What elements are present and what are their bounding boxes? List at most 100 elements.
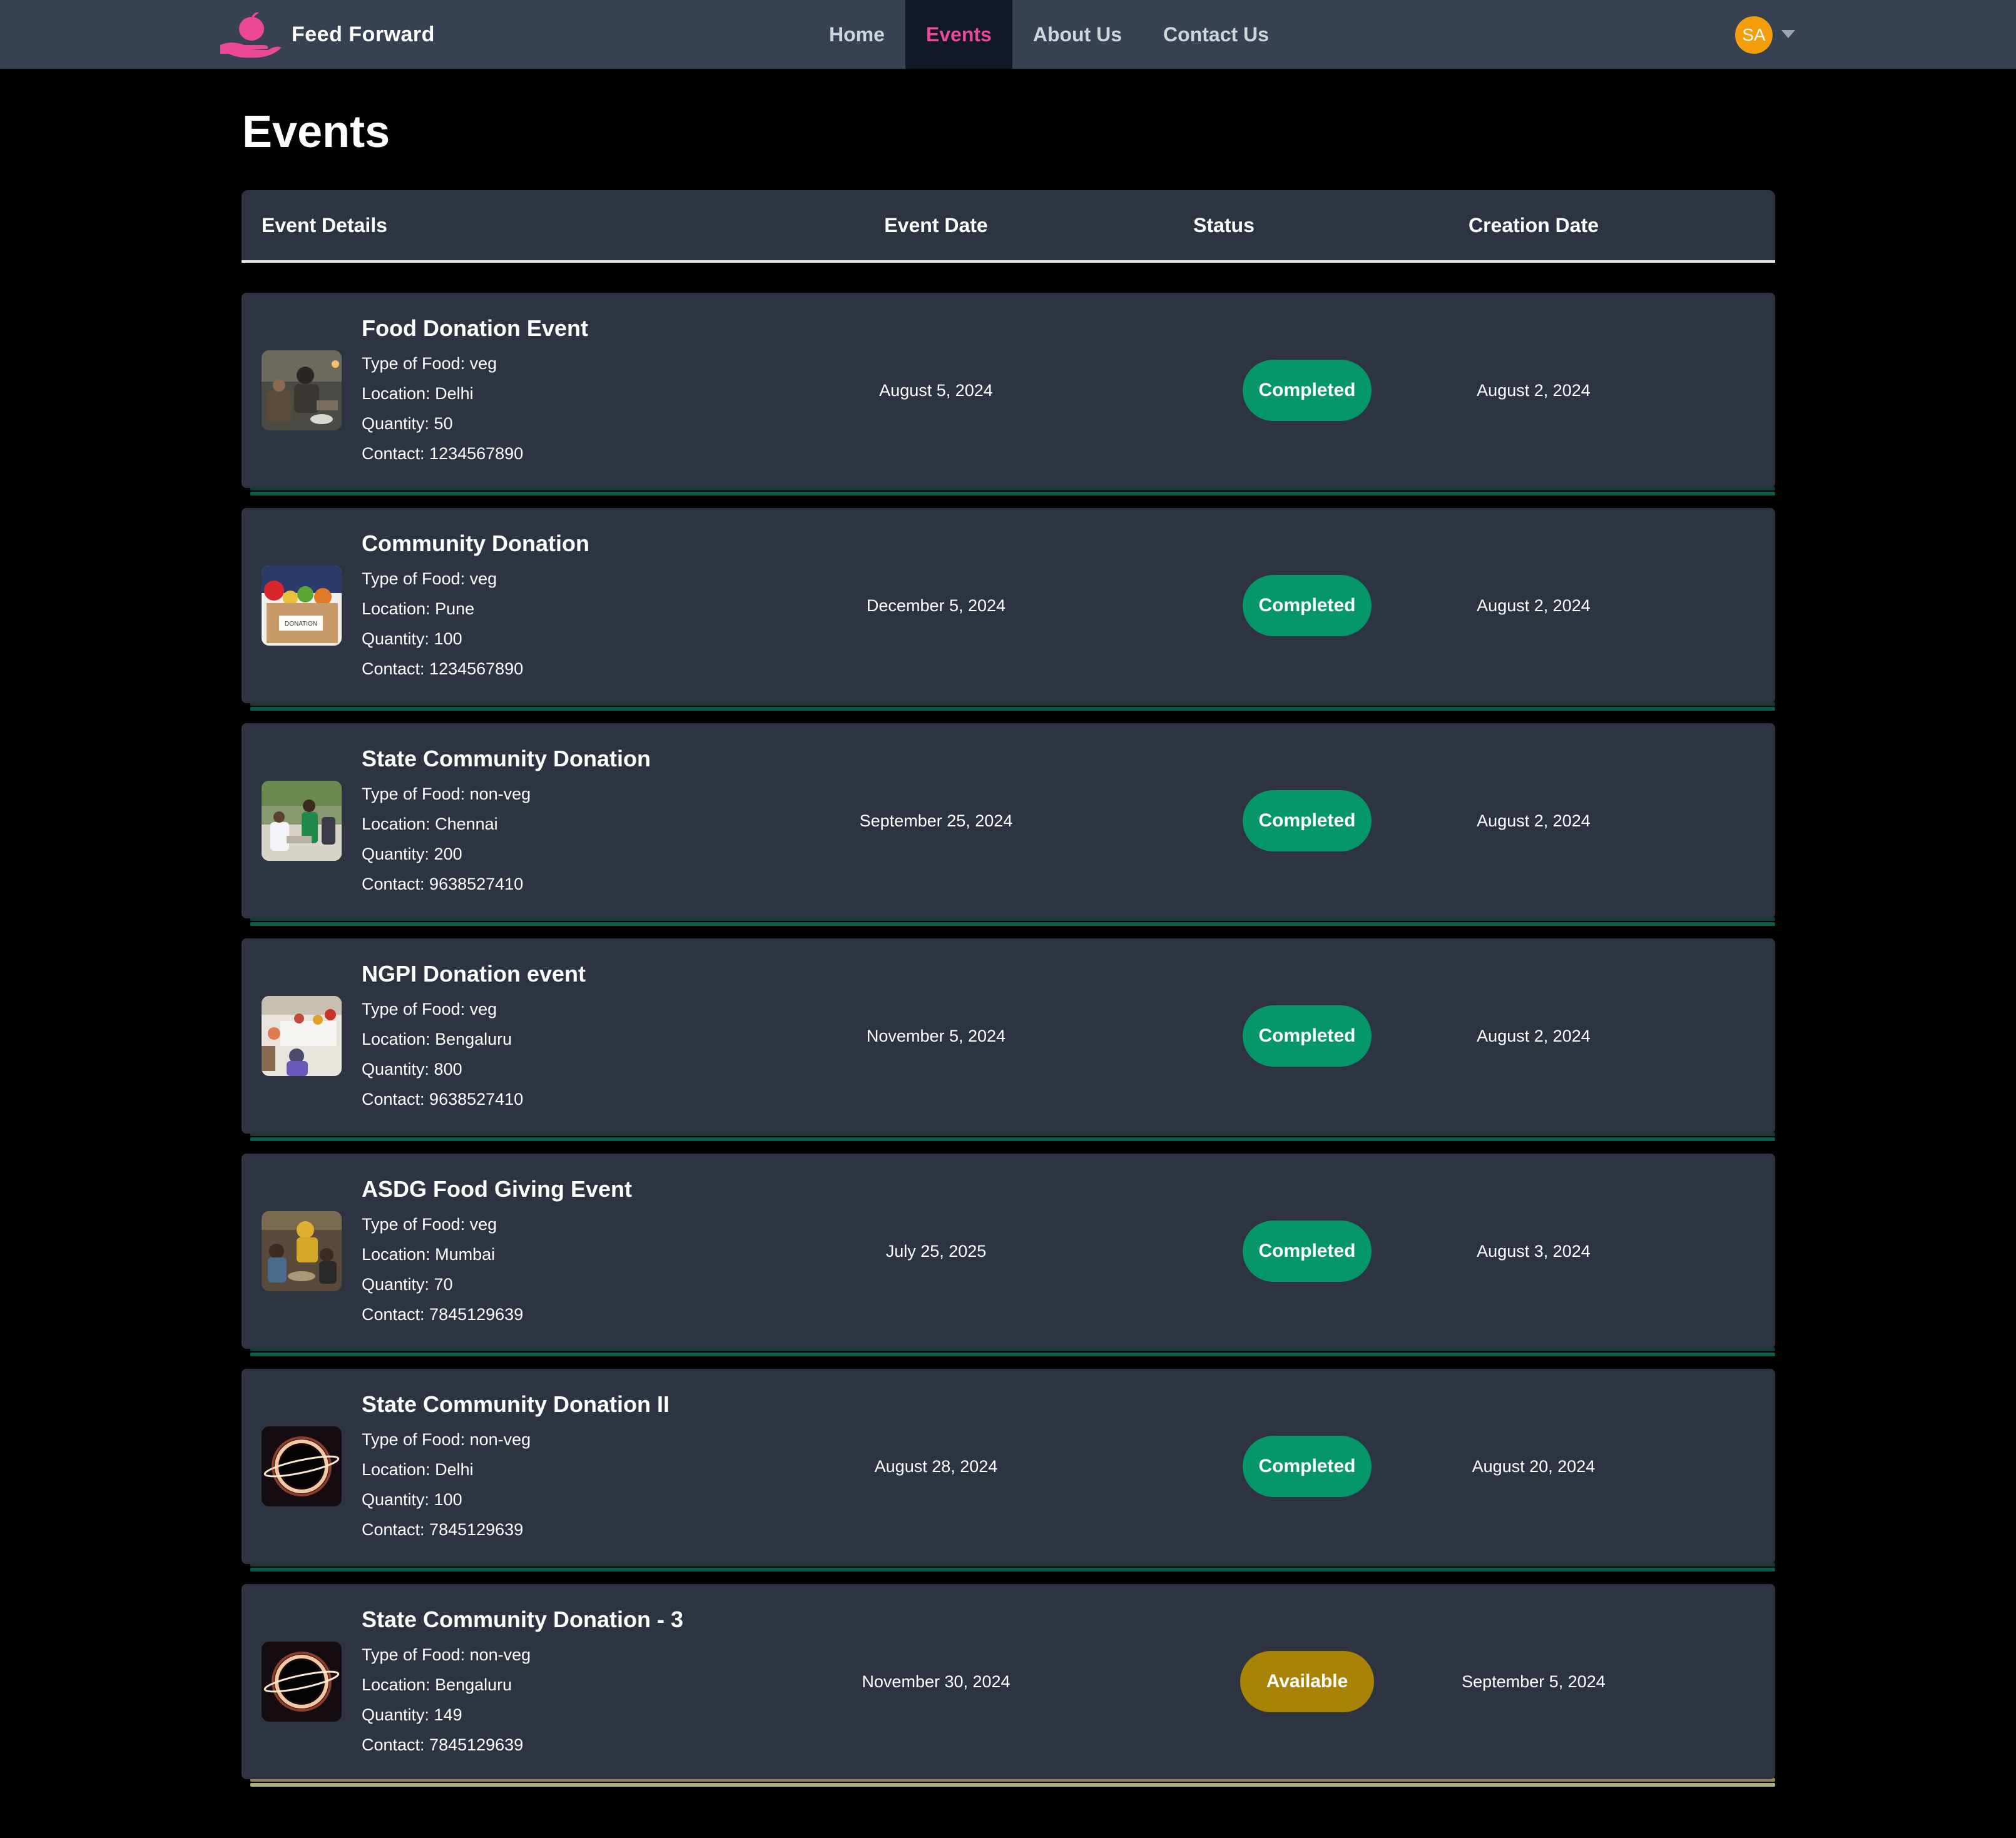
event-date: November 30, 2024 <box>862 1672 1011 1691</box>
header-event-date: Event Date <box>884 213 988 236</box>
event-thumbnail <box>262 1426 342 1506</box>
event-location: Location: Bengaluru <box>362 1675 512 1694</box>
event-card: NGPI Donation event Type of Food: veg Lo… <box>242 938 1775 1134</box>
thumbnail-text: DONATION <box>285 621 317 627</box>
creation-date: August 3, 2024 <box>1477 1241 1591 1261</box>
event-date: August 5, 2024 <box>879 380 993 400</box>
event-date: August 28, 2024 <box>874 1456 998 1476</box>
creation-date: August 2, 2024 <box>1477 1026 1591 1045</box>
event-date: July 25, 2025 <box>885 1241 987 1261</box>
row-shadow-stripe <box>250 1783 1775 1787</box>
event-quantity: Quantity: 200 <box>362 845 462 863</box>
event-date: December 5, 2024 <box>866 596 1006 615</box>
event-thumbnail: DONATION <box>262 566 342 646</box>
event-title: ASDG Food Giving Event <box>362 1176 633 1202</box>
event-title: Community Donation <box>362 531 589 556</box>
creation-date: September 5, 2024 <box>1462 1672 1606 1691</box>
event-location: Location: Pune <box>362 599 475 618</box>
event-location: Location: Delhi <box>362 384 474 403</box>
event-row[interactable]: ASDG Food Giving Event Type of Food: veg… <box>242 1154 1775 1356</box>
event-title: State Community Donation - 3 <box>362 1607 684 1632</box>
nav-about-link[interactable]: About Us <box>1012 0 1143 69</box>
event-location: Location: Mumbai <box>362 1245 496 1264</box>
event-contact: Contact: 9638527410 <box>362 1090 524 1109</box>
event-quantity: Quantity: 100 <box>362 1490 462 1509</box>
top-navbar: Feed Forward Home Events About Us Contac… <box>0 0 2016 69</box>
event-card: State Community Donation Type of Food: n… <box>242 723 1775 918</box>
event-food-type: Type of Food: non-veg <box>362 1645 531 1664</box>
nav-contact-link[interactable]: Contact Us <box>1143 0 1290 69</box>
status-badge: Completed <box>1243 1005 1372 1067</box>
event-card: ASDG Food Giving Event Type of Food: veg… <box>242 1154 1775 1349</box>
status-badge: Completed <box>1243 790 1372 851</box>
event-thumbnail <box>262 1642 342 1722</box>
creation-date: August 2, 2024 <box>1477 380 1591 400</box>
creation-date: August 2, 2024 <box>1477 596 1591 615</box>
header-creation-date: Creation Date <box>1468 213 1599 236</box>
status-badge: Completed <box>1243 360 1372 421</box>
event-location: Location: Delhi <box>362 1460 474 1479</box>
event-title: State Community Donation II <box>362 1391 670 1417</box>
event-row[interactable]: State Community Donation II Type of Food… <box>242 1369 1775 1571</box>
event-food-type: Type of Food: veg <box>362 1000 497 1018</box>
event-quantity: Quantity: 70 <box>362 1275 453 1294</box>
event-date: November 5, 2024 <box>866 1026 1006 1045</box>
brand-logo[interactable]: Feed Forward <box>219 10 435 59</box>
main-nav: Home Events About Us Contact Us <box>808 0 1290 69</box>
event-row[interactable]: State Community Donation Type of Food: n… <box>242 723 1775 926</box>
header-event-details: Event Details <box>262 213 387 236</box>
user-avatar[interactable]: SA <box>1735 16 1773 54</box>
row-shadow-stripe <box>250 1353 1775 1356</box>
row-shadow-stripe <box>250 1568 1775 1571</box>
creation-date: August 2, 2024 <box>1477 811 1591 830</box>
header-status: Status <box>1193 213 1255 236</box>
event-contact: Contact: 1234567890 <box>362 659 524 678</box>
nav-events-link[interactable]: Events <box>905 0 1012 69</box>
event-contact: Contact: 7845129639 <box>362 1520 524 1539</box>
status-badge: Available <box>1240 1651 1374 1712</box>
event-thumbnail <box>262 350 342 430</box>
status-badge: Completed <box>1243 575 1372 636</box>
event-row[interactable]: Food Donation Event Type of Food: veg Lo… <box>242 293 1775 495</box>
row-shadow-stripe <box>250 492 1775 495</box>
event-location: Location: Chennai <box>362 815 498 833</box>
creation-date: August 20, 2024 <box>1472 1456 1596 1476</box>
event-quantity: Quantity: 100 <box>362 629 462 648</box>
event-location: Location: Bengaluru <box>362 1030 512 1048</box>
event-contact: Contact: 7845129639 <box>362 1735 524 1754</box>
event-row[interactable]: State Community Donation - 3 Type of Foo… <box>242 1584 1775 1787</box>
event-quantity: Quantity: 800 <box>362 1060 462 1079</box>
event-row[interactable]: DONATION Community Donation Type of Food… <box>242 508 1775 711</box>
row-shadow-stripe <box>250 707 1775 711</box>
caret-down-icon[interactable] <box>1781 30 1795 38</box>
nav-home-link[interactable]: Home <box>808 0 905 69</box>
event-card: Food Donation Event Type of Food: veg Lo… <box>242 293 1775 488</box>
status-badge: Completed <box>1243 1221 1372 1282</box>
event-thumbnail <box>262 1211 342 1291</box>
event-date: September 25, 2024 <box>859 811 1013 830</box>
brand-name: Feed Forward <box>292 22 435 46</box>
event-card: DONATION Community Donation Type of Food… <box>242 508 1775 703</box>
event-contact: Contact: 7845129639 <box>362 1305 524 1324</box>
apple-on-hand-logo-icon <box>220 12 282 58</box>
event-food-type: Type of Food: veg <box>362 569 497 588</box>
event-contact: Contact: 9638527410 <box>362 875 524 893</box>
event-quantity: Quantity: 149 <box>362 1705 462 1724</box>
event-food-type: Type of Food: non-veg <box>362 784 531 803</box>
event-food-type: Type of Food: non-veg <box>362 1430 531 1449</box>
event-title: State Community Donation <box>362 746 651 771</box>
row-shadow-stripe <box>250 1137 1775 1141</box>
events-table-header: Event Details Event Date Status Creation… <box>242 190 1775 263</box>
event-title: NGPI Donation event <box>362 961 586 987</box>
page-title: Events <box>242 107 390 157</box>
event-card: State Community Donation II Type of Food… <box>242 1369 1775 1564</box>
status-badge: Completed <box>1243 1436 1372 1497</box>
event-card: State Community Donation - 3 Type of Foo… <box>242 1584 1775 1779</box>
event-food-type: Type of Food: veg <box>362 1215 497 1234</box>
event-title: Food Donation Event <box>362 315 588 341</box>
row-shadow-stripe <box>250 922 1775 926</box>
event-row[interactable]: NGPI Donation event Type of Food: veg Lo… <box>242 938 1775 1141</box>
event-quantity: Quantity: 50 <box>362 414 453 433</box>
event-thumbnail <box>262 781 342 861</box>
event-thumbnail <box>262 996 342 1076</box>
